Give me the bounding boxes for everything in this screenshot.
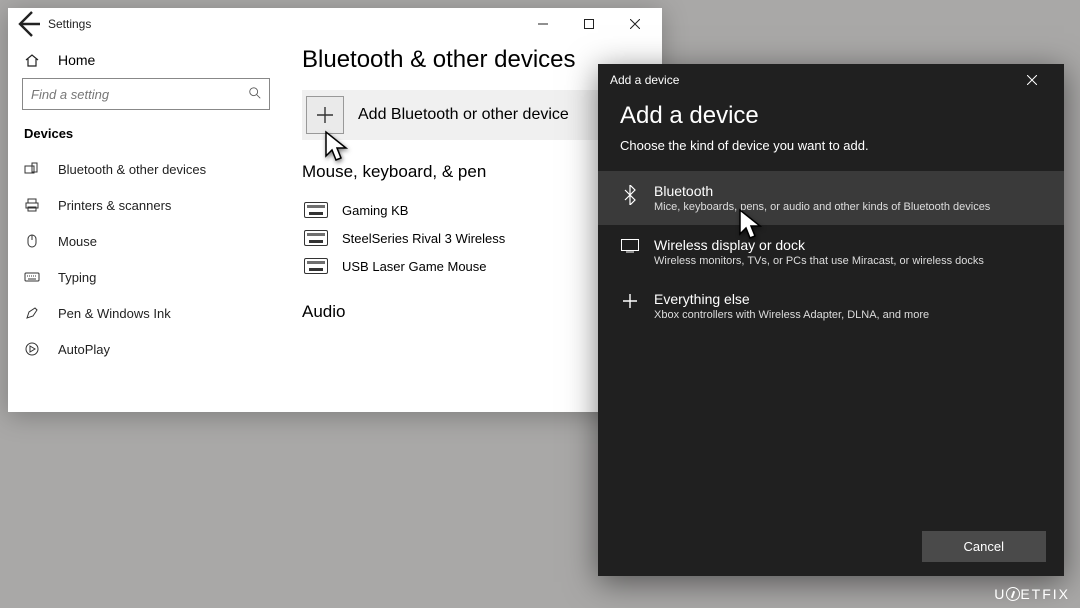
autoplay-icon bbox=[24, 341, 40, 357]
dialog-titlebar-text: Add a device bbox=[610, 73, 679, 87]
home-link[interactable]: Home bbox=[22, 46, 270, 78]
sidebar-item-mouse[interactable]: Mouse bbox=[22, 223, 270, 259]
category-heading: Devices bbox=[24, 126, 270, 141]
sidebar-item-label: Typing bbox=[58, 270, 96, 285]
device-icon bbox=[24, 161, 40, 177]
page-title: Bluetooth & other devices bbox=[302, 46, 644, 74]
section-heading: Mouse, keyboard, & pen bbox=[302, 162, 644, 182]
sidebar-item-label: Pen & Windows Ink bbox=[58, 306, 171, 321]
sidebar-item-bluetooth-devices[interactable]: Bluetooth & other devices bbox=[22, 151, 270, 187]
bluetooth-icon bbox=[622, 185, 638, 205]
sidebar-item-label: Mouse bbox=[58, 234, 97, 249]
sidebar-item-label: AutoPlay bbox=[58, 342, 110, 357]
plus-icon bbox=[316, 106, 334, 124]
add-device-row[interactable]: Add Bluetooth or other device bbox=[302, 90, 644, 140]
close-icon bbox=[1027, 75, 1037, 85]
dialog-close-button[interactable] bbox=[1012, 64, 1052, 96]
option-desc: Mice, keyboards, pens, or audio and othe… bbox=[654, 201, 990, 213]
add-device-dialog: Add a device Add a device Choose the kin… bbox=[598, 64, 1064, 576]
device-row[interactable]: Gaming KB bbox=[302, 196, 644, 224]
sidebar: Home Devices Bluetooth & other devices P… bbox=[8, 40, 284, 412]
option-bluetooth[interactable]: Bluetooth Mice, keyboards, pens, or audi… bbox=[598, 171, 1064, 225]
sidebar-item-label: Printers & scanners bbox=[58, 198, 171, 213]
keyboard-icon bbox=[304, 202, 328, 218]
device-name: Gaming KB bbox=[342, 203, 408, 218]
option-title: Wireless display or dock bbox=[654, 237, 984, 253]
option-everything-else[interactable]: Everything else Xbox controllers with Wi… bbox=[598, 279, 1064, 333]
keyboard-icon bbox=[304, 230, 328, 246]
plus-icon bbox=[622, 293, 638, 309]
device-row[interactable]: USB Laser Game Mouse bbox=[302, 252, 644, 280]
dialog-subheading: Choose the kind of device you want to ad… bbox=[620, 138, 1042, 153]
option-desc: Xbox controllers with Wireless Adapter, … bbox=[654, 309, 929, 321]
section-heading: Audio bbox=[302, 302, 644, 322]
device-row[interactable]: SteelSeries Rival 3 Wireless bbox=[302, 224, 644, 252]
dialog-titlebar: Add a device bbox=[598, 64, 1064, 96]
keyboard-icon bbox=[304, 258, 328, 274]
home-icon bbox=[24, 52, 40, 68]
close-icon bbox=[630, 19, 640, 29]
add-device-label: Add Bluetooth or other device bbox=[358, 106, 569, 124]
option-title: Bluetooth bbox=[654, 183, 990, 199]
option-desc: Wireless monitors, TVs, or PCs that use … bbox=[654, 255, 984, 267]
pen-icon bbox=[24, 305, 40, 321]
dialog-heading: Add a device bbox=[620, 102, 1042, 130]
home-label: Home bbox=[58, 52, 95, 68]
sidebar-item-printers[interactable]: Printers & scanners bbox=[22, 187, 270, 223]
display-icon bbox=[621, 239, 639, 253]
sidebar-item-pen[interactable]: Pen & Windows Ink bbox=[22, 295, 270, 331]
sidebar-item-typing[interactable]: Typing bbox=[22, 259, 270, 295]
sidebar-item-label: Bluetooth & other devices bbox=[58, 162, 206, 177]
maximize-icon bbox=[584, 19, 594, 29]
close-button[interactable] bbox=[612, 8, 658, 40]
arrow-left-icon bbox=[12, 8, 44, 40]
maximize-button[interactable] bbox=[566, 8, 612, 40]
minimize-button[interactable] bbox=[520, 8, 566, 40]
option-wireless-display[interactable]: Wireless display or dock Wireless monito… bbox=[598, 225, 1064, 279]
search-input[interactable] bbox=[22, 78, 270, 110]
cancel-button[interactable]: Cancel bbox=[922, 531, 1046, 562]
keyboard-icon bbox=[24, 269, 40, 285]
mouse-icon bbox=[24, 233, 40, 249]
minimize-icon bbox=[538, 19, 548, 29]
watermark: UETFIX bbox=[994, 585, 1070, 602]
back-button[interactable] bbox=[12, 8, 44, 40]
search-wrap bbox=[22, 78, 270, 110]
device-name: SteelSeries Rival 3 Wireless bbox=[342, 231, 505, 246]
add-device-button[interactable] bbox=[306, 96, 344, 134]
device-name: USB Laser Game Mouse bbox=[342, 259, 487, 274]
window-title: Settings bbox=[48, 17, 91, 31]
option-title: Everything else bbox=[654, 291, 929, 307]
printer-icon bbox=[24, 197, 40, 213]
sidebar-item-autoplay[interactable]: AutoPlay bbox=[22, 331, 270, 367]
titlebar: Settings bbox=[8, 8, 662, 40]
search-icon bbox=[248, 86, 262, 100]
settings-window: Settings Home Devices Bluetooth & other … bbox=[8, 8, 662, 412]
